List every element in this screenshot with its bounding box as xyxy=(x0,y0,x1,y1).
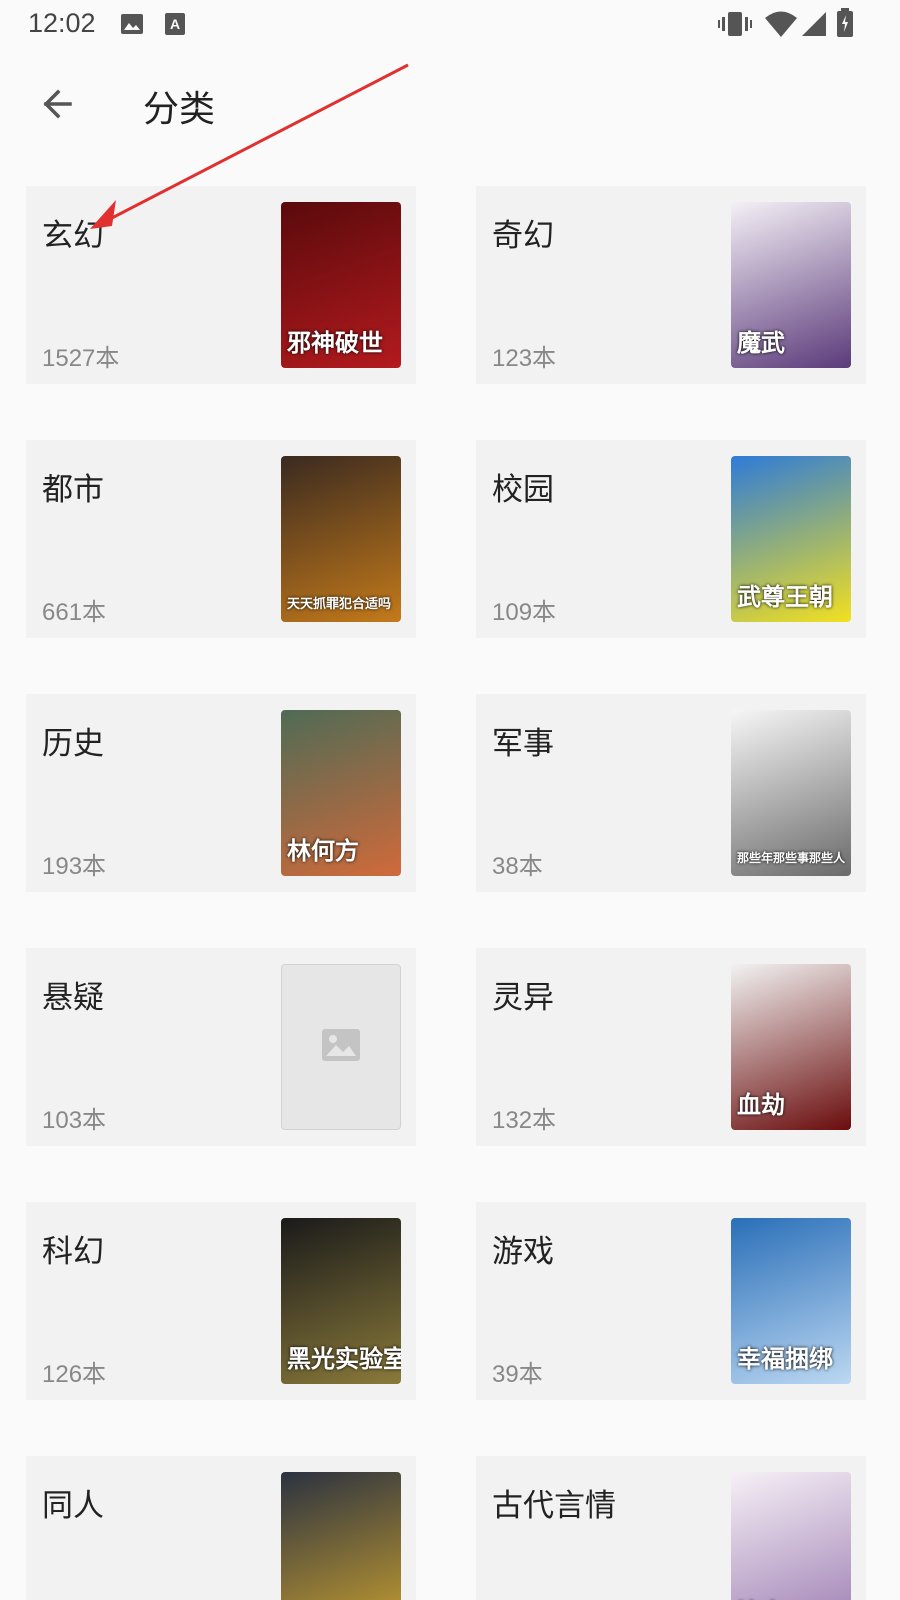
book-cover-image: 邪神破世 xyxy=(281,202,401,368)
category-name: 历史 xyxy=(42,726,104,762)
image-placeholder-icon xyxy=(321,1028,361,1066)
category-card[interactable]: 奇幻 123本 魔武 xyxy=(476,186,866,384)
category-name: 悬疑 xyxy=(42,980,104,1016)
book-cover-image: 林何方 xyxy=(281,710,401,876)
category-card[interactable]: 玄幻 1527本 邪神破世 xyxy=(26,186,416,384)
category-name: 都市 xyxy=(42,472,104,508)
category-count: 126本 xyxy=(42,1361,107,1388)
book-cover-image: 泣血 xyxy=(731,1472,851,1600)
category-card[interactable]: 历史 193本 林何方 xyxy=(26,694,416,892)
category-card[interactable]: 科幻 126本 黑光实验室 xyxy=(26,1202,416,1400)
category-card[interactable]: 古代言情泣血 xyxy=(476,1456,866,1600)
cover-title-text: 泣血 xyxy=(737,1593,785,1600)
book-cover-image: 幸福捆绑 xyxy=(731,1218,851,1384)
book-cover-image: 黑光实验室 xyxy=(281,1218,401,1384)
category-count: 132本 xyxy=(492,1107,557,1134)
book-cover-image: 那些年那些事那些人 xyxy=(731,710,851,876)
category-name: 游戏 xyxy=(492,1234,554,1270)
category-name: 科幻 xyxy=(42,1234,104,1270)
category-count: 1527本 xyxy=(42,345,120,372)
category-card[interactable]: 都市 661本 天天抓罪犯合适吗 xyxy=(26,440,416,638)
book-cover-image: 天天抓罪犯合适吗 xyxy=(281,456,401,622)
cover-title-text: 林何方 xyxy=(287,837,359,865)
category-card[interactable]: 同人 你一民警怎么总往 xyxy=(26,1456,416,1600)
category-name: 校园 xyxy=(492,472,554,508)
category-count: 38本 xyxy=(492,853,543,880)
category-card[interactable]: 灵异 132本 血劫 xyxy=(476,948,866,1146)
category-card[interactable]: 军事 38本 那些年那些事那些人 xyxy=(476,694,866,892)
category-name: 同人 xyxy=(42,1488,104,1524)
category-name: 奇幻 xyxy=(492,218,554,254)
category-count: 661本 xyxy=(42,599,107,626)
category-count: 193本 xyxy=(42,853,107,880)
category-card[interactable]: 游戏 39本 幸福捆绑 xyxy=(476,1202,866,1400)
book-cover-image: 血劫 xyxy=(731,964,851,1130)
category-grid: 玄幻 1527本 邪神破世 奇幻 123本 魔武都市 661本 天天抓罪犯合适吗 校园 109本 武… xyxy=(0,0,900,1600)
book-cover-image: 武尊王朝 xyxy=(731,456,851,622)
cover-title-text: 幸福捆绑 xyxy=(737,1345,833,1373)
book-cover-image xyxy=(281,964,401,1130)
category-card[interactable]: 校园 109本 武尊王朝 xyxy=(476,440,866,638)
category-count: 39本 xyxy=(492,1361,543,1388)
category-count: 109本 xyxy=(492,599,557,626)
cover-title-text: 那些年那些事那些人 xyxy=(737,851,846,865)
cover-title-text: 黑光实验室 xyxy=(287,1345,401,1373)
cover-title-text: 武尊王朝 xyxy=(737,583,833,611)
category-count: 103本 xyxy=(42,1107,107,1134)
category-name: 古代言情 xyxy=(492,1488,616,1524)
cover-title-text: 天天抓罪犯合适吗 xyxy=(287,597,392,612)
category-count: 123本 xyxy=(492,345,557,372)
cover-title-text: 邪神破世 xyxy=(287,329,383,357)
category-name: 灵异 xyxy=(492,980,554,1016)
book-cover-image: 你一民警怎么总往 xyxy=(281,1472,401,1600)
category-card[interactable]: 悬疑 103本 xyxy=(26,948,416,1146)
category-name: 玄幻 xyxy=(42,218,104,254)
cover-title-text: 魔武 xyxy=(737,329,785,357)
cover-title-text: 血劫 xyxy=(737,1091,785,1119)
category-name: 军事 xyxy=(492,726,554,762)
book-cover-image: 魔武 xyxy=(731,202,851,368)
